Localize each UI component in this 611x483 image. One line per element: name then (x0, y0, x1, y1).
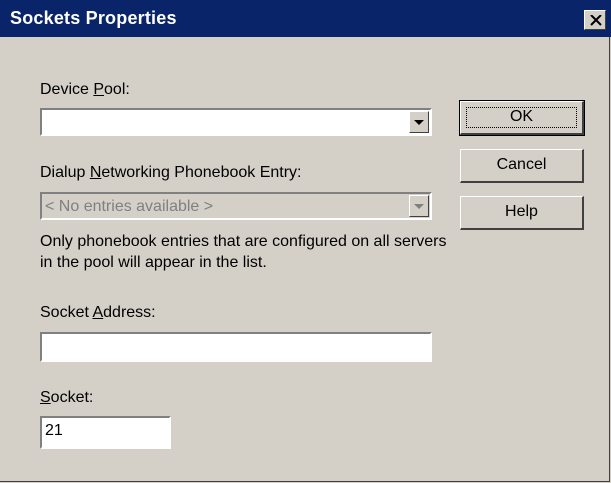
ok-button-label: OK (509, 108, 534, 125)
dialup-entry-dropdown[interactable]: < No entries available > (39, 191, 433, 221)
dialup-entry-value: < No entries available > (45, 198, 214, 215)
cancel-button[interactable]: Cancel (460, 149, 584, 183)
chevron-down-icon (414, 204, 424, 209)
socket-address-label: Socket Address: (40, 304, 156, 321)
socket-label: Socket: (40, 389, 94, 406)
cancel-button-label: Cancel (496, 156, 547, 173)
device-pool-dropdown[interactable] (39, 107, 433, 137)
dialup-note: Only phonebook entries that are configur… (40, 233, 447, 271)
window-title: Sockets Properties (10, 8, 177, 28)
socket-value: 21 (45, 422, 63, 439)
socket-input[interactable]: 21 (39, 415, 172, 450)
dialup-entry-label: Dialup Networking Phonebook Entry: (40, 164, 302, 181)
ok-button[interactable]: OK (459, 100, 585, 136)
title-bar[interactable]: Sockets Properties (0, 0, 611, 37)
dialup-entry-dropdown-button[interactable] (409, 195, 429, 217)
chevron-down-icon (414, 120, 424, 125)
close-icon (590, 15, 602, 26)
sockets-properties-dialog: Sockets Properties Device Pool: Dialup N… (0, 0, 611, 482)
help-button-label: Help (505, 203, 538, 220)
close-button[interactable] (584, 10, 606, 30)
device-pool-label: Device Pool: (40, 81, 130, 98)
device-pool-dropdown-button[interactable] (409, 111, 429, 133)
help-button[interactable]: Help (460, 196, 584, 230)
socket-address-input[interactable] (39, 331, 433, 363)
